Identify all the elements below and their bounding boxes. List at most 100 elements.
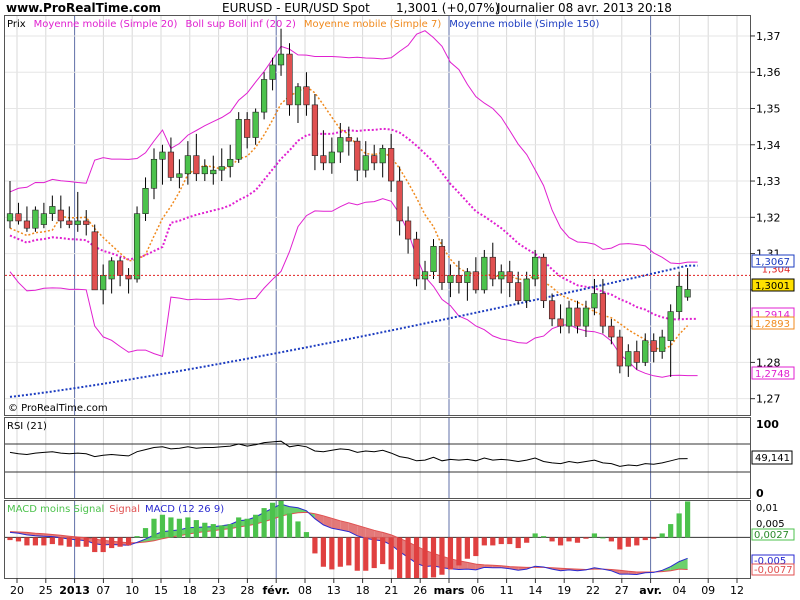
macd-histogram-bar [286, 513, 293, 538]
macd-histogram-bar [41, 537, 47, 546]
x-tick-label: 15 [154, 584, 168, 597]
value-label: 1,3067 [755, 257, 790, 268]
candle-body [481, 256, 488, 291]
macd-histogram-bar [168, 517, 174, 538]
price-legend-item: Boll sup Boll inf (20 2) [185, 19, 295, 30]
macd-histogram-bar [92, 537, 98, 553]
macd-histogram-bar [464, 537, 470, 559]
x-tick-label: 25 [39, 584, 53, 597]
macd-histogram-bar [66, 537, 72, 547]
macd-histogram-bar [422, 537, 428, 578]
candle-body [159, 151, 166, 160]
macd-histogram-bar [346, 537, 352, 566]
macd-histogram-bar [642, 537, 648, 541]
candle-body [252, 111, 259, 138]
rsi-plot [5, 440, 750, 473]
macd-histogram-bar [676, 513, 682, 538]
macd-histogram-bar [481, 537, 487, 546]
x-tick-label: 26 [413, 584, 427, 597]
candle-body [108, 260, 115, 280]
candle-body [430, 246, 437, 273]
macd-histogram-bar [269, 502, 276, 538]
x-tick-label: 07 [96, 584, 110, 597]
x-tick-label: 14 [528, 584, 542, 597]
macd-histogram-bar [473, 537, 479, 557]
candle-body [201, 166, 208, 175]
candle-body [676, 285, 683, 312]
macd-legend-item: MACD (12 26 9) [145, 504, 224, 515]
price-plot [5, 28, 750, 398]
candle-body [616, 336, 623, 367]
candle-body [404, 220, 412, 240]
candle-body [396, 180, 403, 222]
macd-histogram-bar [58, 537, 64, 546]
candle-body [218, 166, 225, 171]
macd-histogram-bar [608, 537, 614, 542]
macd-histogram-bar [625, 537, 631, 547]
candle-body [506, 271, 513, 283]
candle-body [515, 282, 522, 302]
y-tick-label: 1,34 [756, 139, 781, 152]
rsi-tick-label: 0 [756, 487, 764, 500]
candle-body [388, 148, 395, 182]
candle-body [74, 220, 81, 225]
candle-body [57, 209, 64, 222]
x-tick-label: 18 [356, 584, 370, 597]
x-tick-label: 28 [240, 584, 254, 597]
macd-histogram-bar [134, 536, 140, 538]
price-legend-item: Moyenne mobile (Simple 20) [34, 19, 178, 30]
macd-histogram-bar [75, 537, 81, 547]
candle-body [23, 220, 31, 229]
macd-histogram-bar [100, 537, 106, 553]
candle-body [49, 206, 56, 214]
macd-histogram-bar [236, 517, 242, 538]
candle-body [362, 155, 369, 171]
candle-body [345, 137, 352, 142]
macd-tick-label: 0,01 [756, 503, 778, 514]
candle-body [286, 53, 293, 106]
macd-histogram-bar [515, 537, 521, 549]
macd-histogram-bar [210, 524, 216, 538]
x-tick-label: 2013 [59, 584, 90, 597]
bollinger-upper-line [9, 30, 698, 265]
macd-histogram-bar [295, 521, 301, 538]
macd-histogram-bar [617, 537, 623, 550]
macd-histogram-bar [193, 520, 199, 538]
macd-legend-item: MACD moins Signal [7, 504, 104, 515]
macd-histogram-bar [380, 537, 386, 565]
candle-body [540, 256, 547, 302]
macd-histogram-bar [202, 522, 208, 538]
macd-histogram-bar [685, 501, 691, 538]
macd-histogram-bar [159, 514, 166, 538]
last-change: 1,3001 (+0,07%) [396, 1, 499, 15]
value-label: 1,3001 [755, 281, 790, 292]
macd-histogram-bar [303, 532, 310, 538]
candle-body [447, 275, 454, 283]
candle-body [548, 300, 556, 320]
macd-histogram-bar [337, 537, 343, 567]
site-name[interactable]: www.ProRealTime.com [6, 1, 161, 15]
x-tick-label: mars [434, 584, 465, 597]
macd-histogram-bar [566, 537, 572, 542]
period-date: Journalier 08 avr. 2013 20:18 [496, 1, 672, 15]
macd-histogram-bar [541, 536, 547, 538]
candle-body [311, 104, 319, 156]
macd-histogram-bar [524, 537, 530, 543]
rsi-value-label: 49,141 [755, 453, 790, 464]
macd-histogram-bar [244, 518, 250, 538]
y-tick-label: 1,37 [756, 30, 781, 43]
macd-histogram-bar [490, 537, 496, 546]
macd-histogram-bar [278, 501, 284, 538]
x-tick-label: 20 [10, 584, 24, 597]
candle-body [269, 64, 276, 80]
x-tick-label: 19 [557, 584, 571, 597]
macd-histogram-bar [405, 537, 411, 578]
candle-body [244, 119, 251, 138]
x-tick-label: 27 [615, 584, 629, 597]
macd-histogram-bar [329, 537, 335, 570]
candle-body [40, 213, 47, 225]
macd-histogram-bar [659, 533, 665, 538]
macd-histogram-bar [456, 537, 462, 566]
macd-histogram-bar [439, 537, 445, 575]
price-legend-item: Moyenne mobile (Simple 150) [449, 19, 599, 30]
